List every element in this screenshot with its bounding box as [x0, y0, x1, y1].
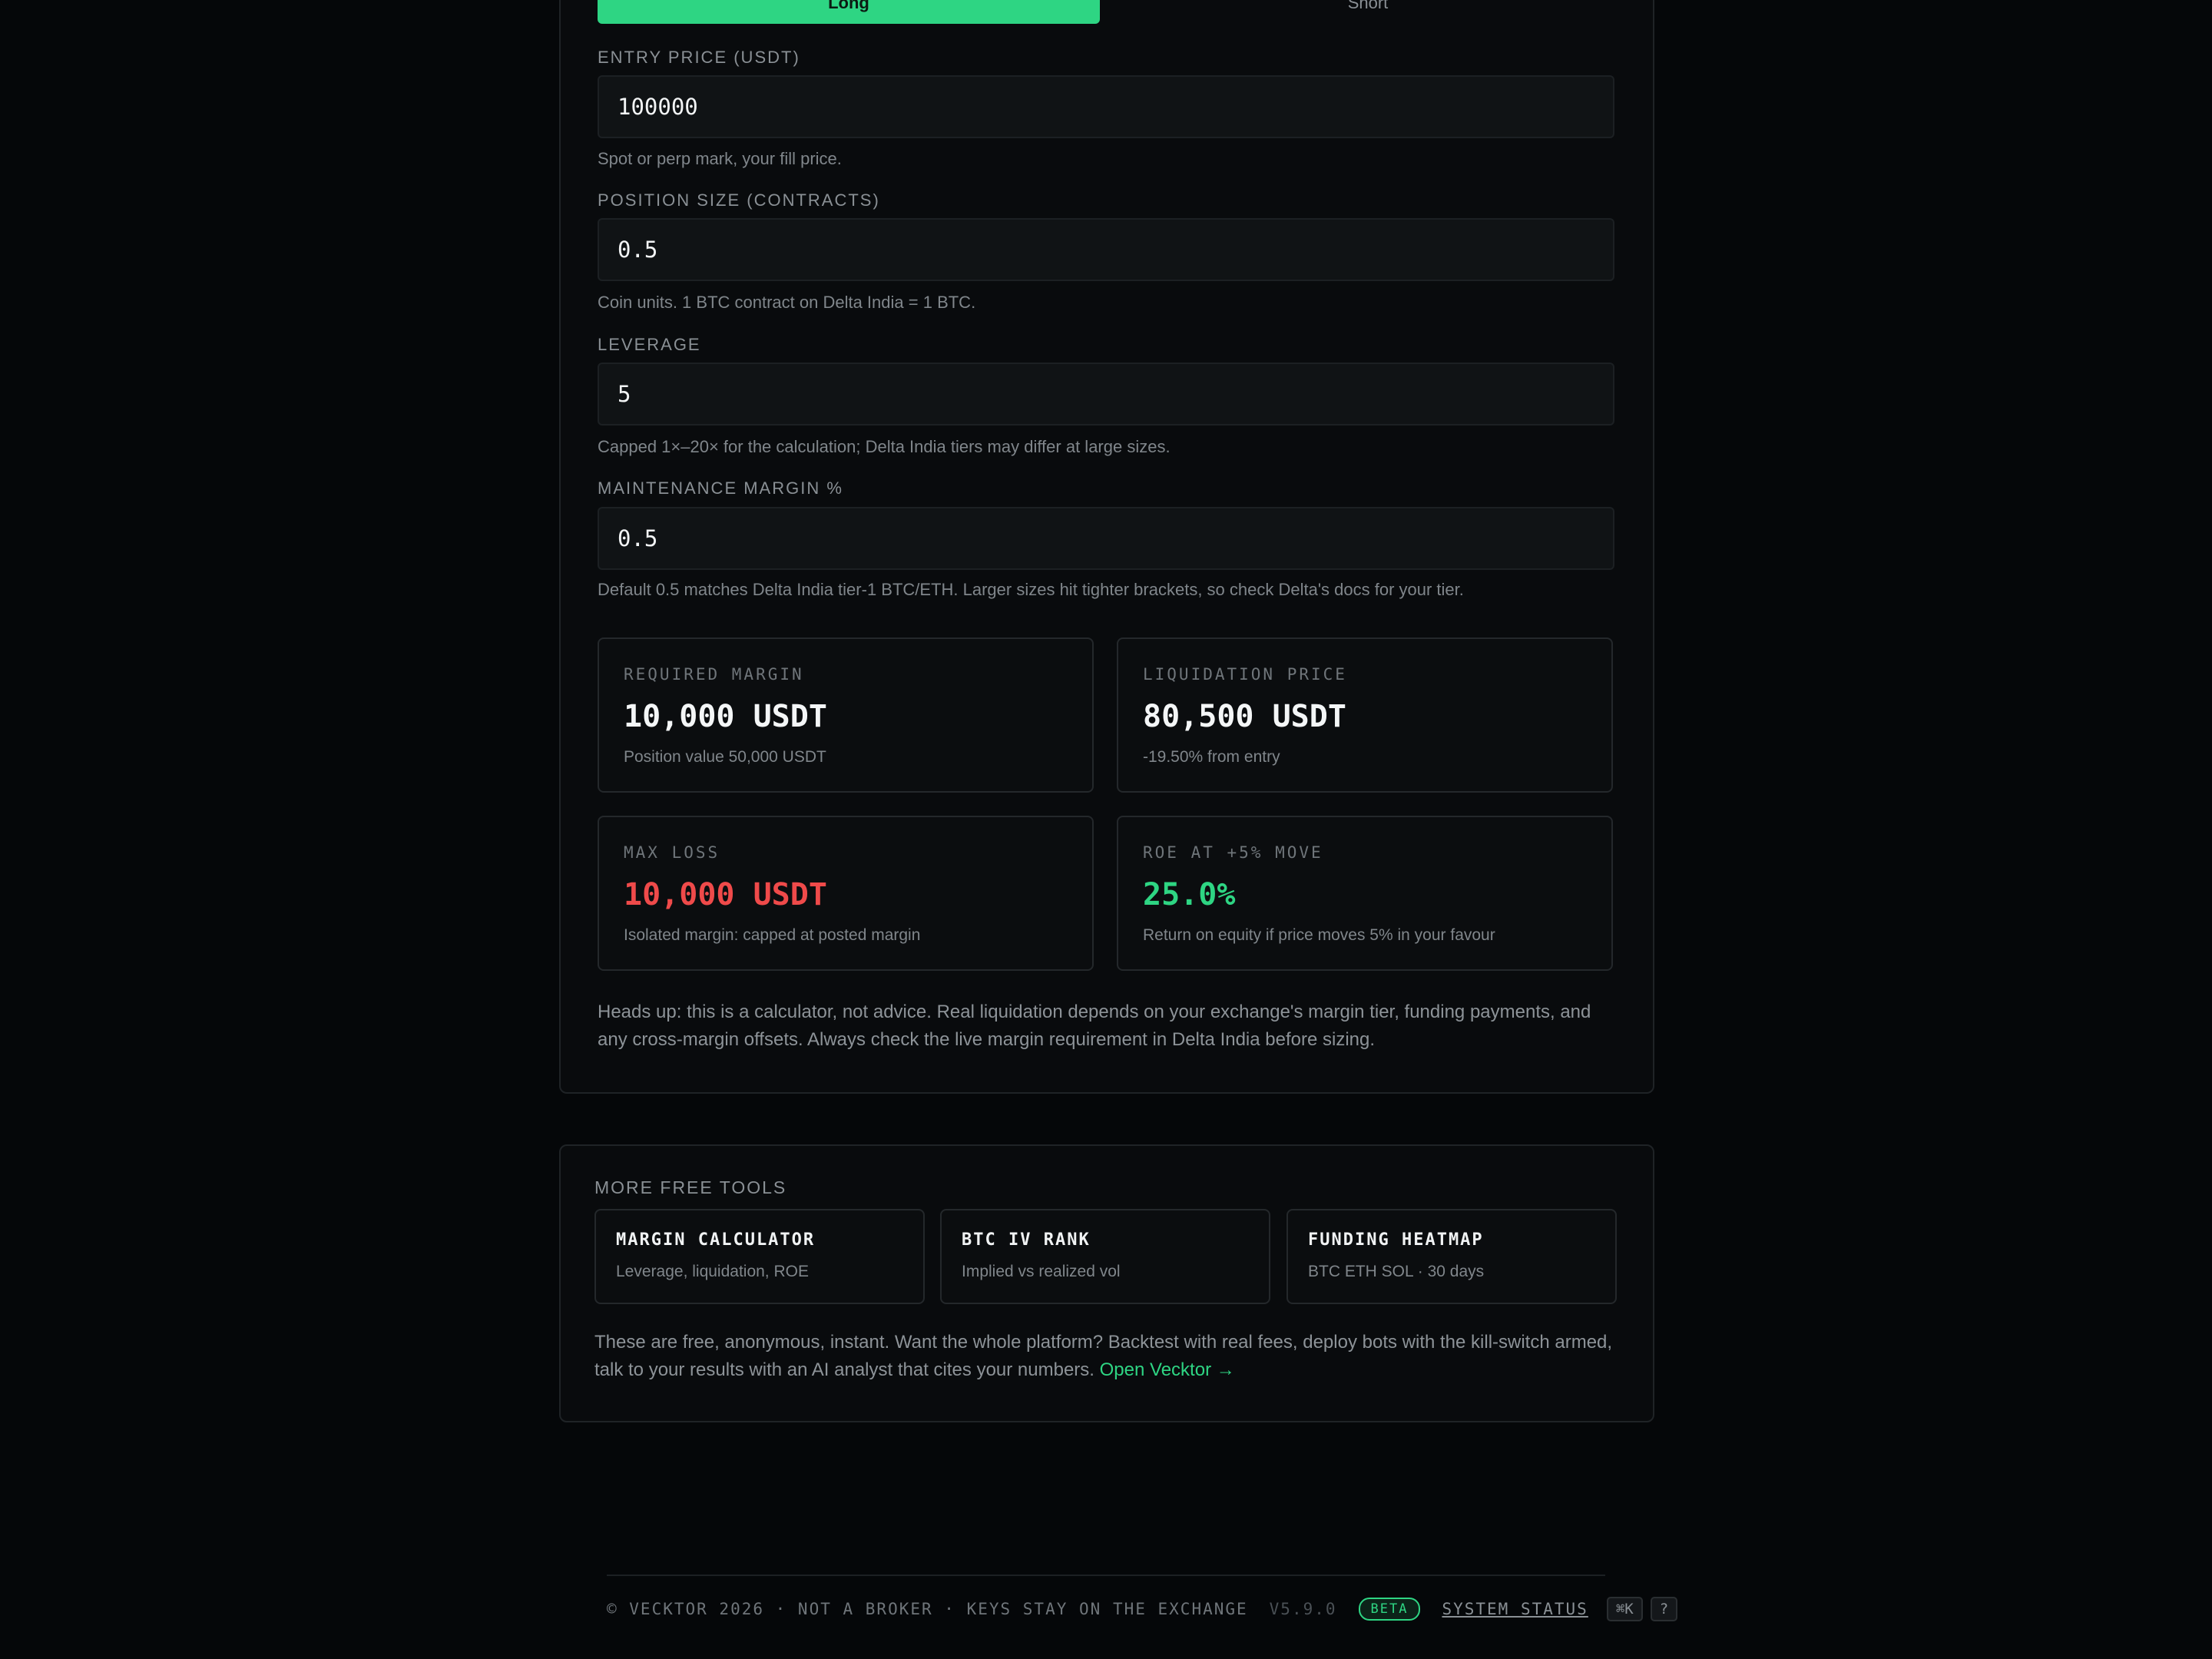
roe-note: Return on equity if price moves 5% in yo…: [1143, 926, 1495, 944]
required-margin-box: REQUIRED MARGIN 10,000 USDT Position val…: [598, 637, 1094, 793]
command-palette-shortcut[interactable]: ⌘K: [1606, 1597, 1643, 1621]
tool-desc: BTC ETH SOL · 30 days: [1308, 1263, 1485, 1280]
entry-price-hint: Spot or perp mark, your fill price.: [598, 149, 842, 168]
leverage-input[interactable]: 5: [598, 363, 1614, 426]
system-status-link[interactable]: SYSTEM STATUS: [1442, 1600, 1588, 1618]
tool-name: MARGIN CALCULATOR: [616, 1230, 816, 1250]
long-label: Long: [828, 0, 869, 12]
footer-divider: [607, 1575, 1605, 1576]
liquidation-price-box: LIQUIDATION PRICE 80,500 USDT -19.50% fr…: [1117, 637, 1613, 793]
tool-card-btc-iv-rank[interactable]: BTC IV RANK Implied vs realized vol: [940, 1209, 1270, 1304]
required-margin-note: Position value 50,000 USDT: [624, 748, 826, 766]
maintenance-margin-hint: Default 0.5 matches Delta India tier-1 B…: [598, 580, 1464, 599]
short-side-button[interactable]: Short: [1117, 0, 1619, 24]
platform-pitch: These are free, anonymous, instant. Want…: [594, 1329, 1624, 1384]
position-size-input[interactable]: 0.5: [598, 218, 1614, 281]
maintenance-margin-label: MAINTENANCE MARGIN %: [598, 478, 843, 498]
footer-version: V5.9.0: [1269, 1600, 1337, 1618]
more-tools-title: MORE FREE TOOLS: [594, 1177, 787, 1197]
tool-name: FUNDING HEATMAP: [1308, 1230, 1484, 1250]
footer: © VECKTOR 2026 · NOT A BROKER · KEYS STA…: [607, 1593, 1678, 1625]
liquidation-price-value: 80,500 USDT: [1143, 699, 1346, 734]
footer-copyright: © VECKTOR 2026 · NOT A BROKER · KEYS STA…: [607, 1600, 1248, 1618]
leverage-hint: Capped 1×–20× for the calculation; Delta…: [598, 437, 1171, 456]
roe-box: ROE AT +5% MOVE 25.0% Return on equity i…: [1117, 816, 1613, 971]
open-vecktor-link[interactable]: Open Vecktor →: [1100, 1359, 1235, 1380]
tool-name: BTC IV RANK: [962, 1230, 1091, 1250]
disclaimer-text: Heads up: this is a calculator, not advi…: [598, 1002, 1591, 1050]
max-loss-box: MAX LOSS 10,000 USDT Isolated margin: ca…: [598, 816, 1094, 971]
help-button[interactable]: ?: [1650, 1597, 1678, 1621]
roe-label: ROE AT +5% MOVE: [1143, 843, 1323, 862]
required-margin-label: REQUIRED MARGIN: [624, 665, 804, 684]
position-size-label: POSITION SIZE (CONTRACTS): [598, 190, 880, 210]
leverage-label: LEVERAGE: [598, 335, 701, 354]
entry-price-label: ENTRY PRICE (USDT): [598, 48, 800, 67]
maintenance-margin-input[interactable]: 0.5: [598, 507, 1614, 570]
tool-desc: Implied vs realized vol: [962, 1263, 1121, 1280]
max-loss-note: Isolated margin: capped at posted margin: [624, 926, 921, 944]
tool-card-funding-heatmap[interactable]: FUNDING HEATMAP BTC ETH SOL · 30 days: [1286, 1209, 1617, 1304]
long-side-button[interactable]: Long: [598, 0, 1100, 24]
tool-card-margin-calculator[interactable]: MARGIN CALCULATOR Leverage, liquidation,…: [594, 1209, 925, 1304]
required-margin-value: 10,000 USDT: [624, 699, 827, 734]
liquidation-price-note: -19.50% from entry: [1143, 748, 1280, 766]
tool-desc: Leverage, liquidation, ROE: [616, 1263, 809, 1280]
beta-badge: BETA: [1358, 1598, 1421, 1621]
roe-value: 25.0%: [1143, 877, 1236, 912]
entry-price-input[interactable]: 100000: [598, 75, 1614, 138]
position-size-hint: Coin units. 1 BTC contract on Delta Indi…: [598, 293, 976, 312]
short-label: Short: [1347, 0, 1389, 12]
max-loss-value: 10,000 USDT: [624, 877, 827, 912]
max-loss-label: MAX LOSS: [624, 843, 720, 862]
liquidation-price-label: LIQUIDATION PRICE: [1143, 665, 1347, 684]
